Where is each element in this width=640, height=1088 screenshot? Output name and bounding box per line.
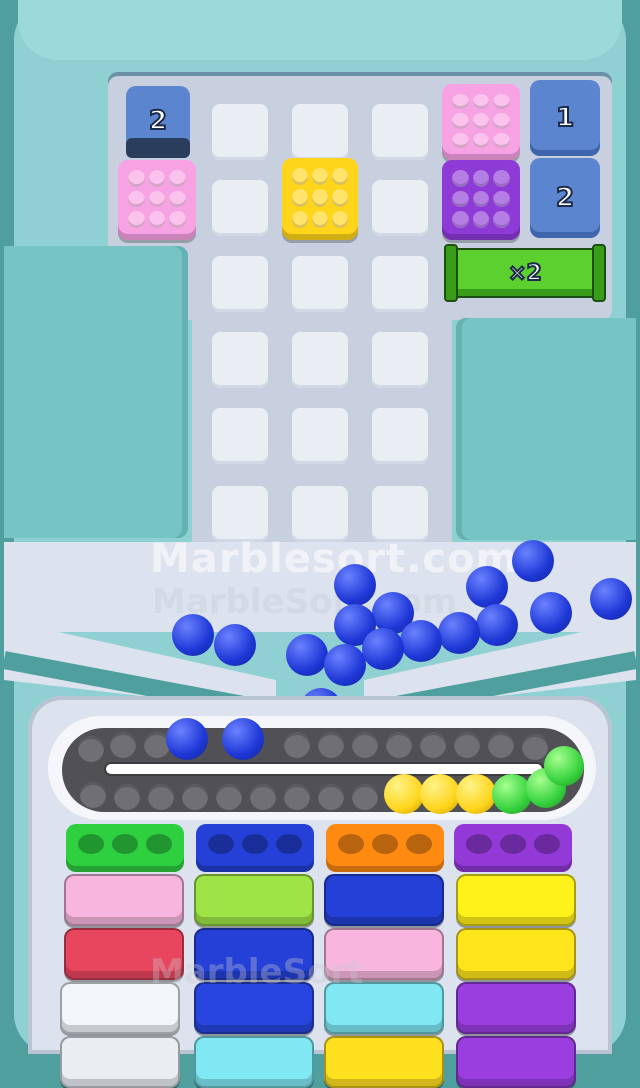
- right-panel: [456, 318, 636, 540]
- green-marble: [544, 746, 584, 786]
- track-slot: [420, 732, 446, 758]
- track-slot: [352, 732, 378, 758]
- watermark: Marblesort.com: [150, 536, 519, 582]
- queue-tab-shadow: [126, 138, 190, 158]
- track-slot: [182, 784, 208, 810]
- left-panel: [4, 246, 188, 538]
- blue-marble: [324, 644, 366, 686]
- track-slot: [80, 782, 106, 808]
- frame-highlight: [18, 0, 622, 60]
- queue-count: 2: [555, 182, 575, 214]
- empty-tile[interactable]: [212, 408, 268, 464]
- tube-cap-blue[interactable]: [196, 824, 314, 872]
- blue-marble: [476, 604, 518, 646]
- empty-tile[interactable]: [212, 486, 268, 542]
- multiplier-label: ×2: [507, 260, 543, 287]
- tube-layer-yellow[interactable]: [456, 874, 576, 926]
- empty-tile[interactable]: [292, 104, 348, 160]
- track-slot: [148, 784, 174, 810]
- yellow-marble: [456, 774, 496, 814]
- multiplier-bar[interactable]: ×2: [450, 248, 600, 298]
- track-slot: [386, 732, 412, 758]
- blue-marble: [172, 614, 214, 656]
- blue-marble: [512, 540, 554, 582]
- queue-count: 2: [148, 105, 168, 137]
- tube-layer-yellow[interactable]: [324, 1036, 444, 1088]
- empty-tile[interactable]: [212, 104, 268, 160]
- blue-marble: [362, 628, 404, 670]
- track-slot: [522, 734, 548, 760]
- track-slot: [250, 784, 276, 810]
- multiplier-cap-left: [444, 244, 458, 302]
- empty-tile[interactable]: [372, 180, 428, 236]
- yellow-marble: [384, 774, 424, 814]
- yellow-marble: [420, 774, 460, 814]
- blue-marble: [590, 578, 632, 620]
- empty-tile[interactable]: [372, 256, 428, 312]
- queue-count: 1: [555, 102, 575, 134]
- tube-layer-cyan[interactable]: [194, 1036, 314, 1088]
- empty-tile[interactable]: [372, 486, 428, 542]
- purple-container[interactable]: [442, 160, 520, 240]
- empty-tile[interactable]: [292, 256, 348, 312]
- empty-tile[interactable]: [292, 486, 348, 542]
- track-slot: [110, 732, 136, 758]
- pink-container[interactable]: [118, 160, 196, 240]
- tube-cap-orange[interactable]: [326, 824, 444, 872]
- watermark-bottom: MarbleSort: [150, 952, 364, 992]
- tube-cap-purple[interactable]: [454, 824, 572, 872]
- track-slot: [78, 736, 104, 762]
- empty-tile[interactable]: [372, 332, 428, 388]
- tube-layer-purple[interactable]: [456, 1036, 576, 1088]
- tube-layer-purple[interactable]: [456, 982, 576, 1034]
- blue-marble: [334, 564, 376, 606]
- tube-layer-pink[interactable]: [64, 874, 184, 926]
- pink-container[interactable]: [442, 84, 520, 160]
- tube-layer-blue[interactable]: [324, 874, 444, 926]
- empty-tile[interactable]: [372, 104, 428, 160]
- track-slot: [216, 784, 242, 810]
- yellow-container[interactable]: [282, 158, 358, 240]
- track-slot: [284, 732, 310, 758]
- track-slot: [318, 784, 344, 810]
- track-slot: [284, 784, 310, 810]
- queue-tab-right-2[interactable]: 2: [530, 158, 600, 238]
- tube-cap-green[interactable]: [66, 824, 184, 872]
- tube-layer-white[interactable]: [60, 1036, 180, 1088]
- track-slot: [352, 784, 378, 810]
- track-slot: [488, 732, 514, 758]
- blue-marble: [438, 612, 480, 654]
- multiplier-cap-right: [592, 244, 606, 302]
- blue-marble: [286, 634, 328, 676]
- track-slot: [114, 784, 140, 810]
- blue-marble: [530, 592, 572, 634]
- track-slot: [454, 732, 480, 758]
- empty-tile[interactable]: [292, 332, 348, 388]
- empty-tile[interactable]: [212, 180, 268, 236]
- blue-marble: [222, 718, 264, 760]
- blue-marble: [214, 624, 256, 666]
- empty-tile[interactable]: [372, 408, 428, 464]
- blue-marble: [466, 566, 508, 608]
- track-slot: [318, 732, 344, 758]
- tube-layer-lime[interactable]: [194, 874, 314, 926]
- blue-marble: [166, 718, 208, 760]
- blue-marble: [400, 620, 442, 662]
- queue-tab-right-1[interactable]: 1: [530, 80, 600, 156]
- empty-tile[interactable]: [212, 256, 268, 312]
- empty-tile[interactable]: [292, 408, 348, 464]
- empty-tile[interactable]: [212, 332, 268, 388]
- tube-layer-yellow[interactable]: [456, 928, 576, 980]
